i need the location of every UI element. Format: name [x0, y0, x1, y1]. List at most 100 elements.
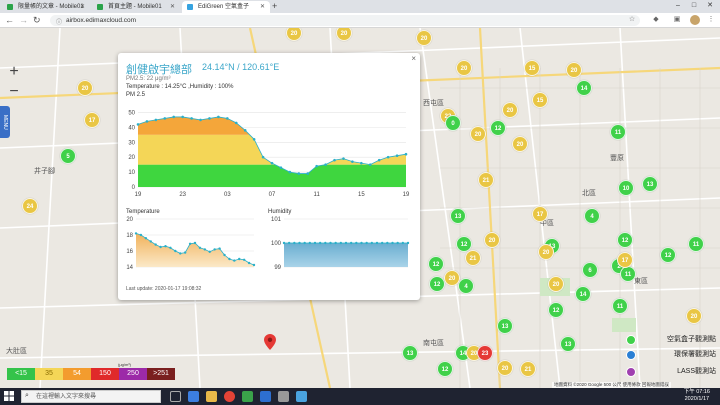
humidity-area [284, 243, 408, 267]
close-tab-icon[interactable]: ✕ [260, 1, 265, 13]
new-tab-button[interactable]: + [272, 0, 277, 12]
airbox-marker[interactable]: 20 [497, 360, 513, 376]
zoom-controls: + − [4, 62, 24, 102]
airbox-marker[interactable]: 21 [465, 250, 481, 266]
y-tick-label: 101 [271, 217, 282, 223]
airbox-marker[interactable]: 12 [617, 232, 633, 248]
edge-icon[interactable] [188, 391, 199, 402]
legend-item: 54 [63, 368, 91, 380]
airbox-marker[interactable]: 4 [584, 208, 600, 224]
forward-arrow-icon[interactable]: → [19, 14, 28, 27]
airbox-marker[interactable]: 0 [445, 115, 461, 131]
airbox-marker[interactable]: 20 [548, 276, 564, 292]
x-tick-label: 19 [403, 192, 410, 198]
airbox-marker[interactable]: 12 [428, 256, 444, 272]
airbox-marker[interactable]: 13 [450, 208, 466, 224]
humidity-point [365, 241, 368, 245]
url-field[interactable]: ⓘ airbox.edimaxcloud.com [50, 15, 640, 26]
star-icon[interactable]: ☆ [627, 15, 637, 25]
airbox-marker[interactable]: 11 [610, 124, 626, 140]
app-icon[interactable] [278, 391, 289, 402]
airbox-marker[interactable]: 11 [620, 266, 636, 282]
airbox-marker[interactable]: 12 [429, 276, 445, 292]
epa-layer-toggle[interactable]: 環保署觀測站 [622, 348, 718, 362]
close-tab-icon[interactable]: ✕ [80, 1, 85, 13]
airbox-marker[interactable]: 12 [437, 361, 453, 377]
airbox-marker[interactable]: 20 [77, 80, 93, 96]
airbox-marker[interactable]: 12 [660, 247, 676, 263]
excel-icon[interactable] [242, 391, 253, 402]
zoom-out-button[interactable]: − [4, 82, 24, 102]
airbox-marker[interactable]: 21 [520, 361, 536, 377]
airbox-marker[interactable]: 15 [524, 60, 540, 76]
file-explorer-icon[interactable] [206, 391, 217, 402]
reload-icon[interactable]: ↻ [33, 14, 41, 27]
zoom-in-button[interactable]: + [4, 62, 24, 82]
airbox-marker[interactable]: 12 [548, 302, 564, 318]
humidity-point [344, 241, 348, 245]
airbox-marker[interactable]: 11 [688, 236, 704, 252]
chrome-icon[interactable] [224, 391, 235, 402]
airbox-marker[interactable]: 20 [538, 244, 554, 260]
browser-tab-1[interactable]: 限量帳的文章 - Mobile01 ✕ [2, 1, 90, 13]
location-pin-icon[interactable] [264, 334, 276, 350]
extension-icon[interactable]: ◆ [651, 15, 661, 25]
temperature-point [169, 246, 172, 249]
airbox-marker[interactable]: 24 [22, 198, 38, 214]
humidity-point [360, 241, 363, 245]
airbox-marker[interactable]: 4 [458, 278, 474, 294]
x-tick-label: 23 [179, 192, 186, 198]
airbox-marker[interactable]: 20 [456, 60, 472, 76]
browser-tab-3[interactable]: EdiGreen 空氣盒子 ✕ [182, 1, 270, 13]
task-view-icon[interactable] [170, 391, 181, 402]
airbox-marker[interactable]: 17 [617, 252, 633, 268]
airbox-marker[interactable]: 6 [582, 262, 598, 278]
more-menu-icon[interactable]: ⋮ [706, 15, 716, 25]
taskbar-search-input[interactable]: ⌕ 在這裡輸入文字來搜尋 [21, 390, 161, 403]
airbox-marker[interactable]: 14 [576, 80, 592, 96]
airbox-marker[interactable]: 13 [642, 176, 658, 192]
airbox-marker[interactable]: 20 [502, 102, 518, 118]
airbox-marker[interactable]: 17 [84, 112, 100, 128]
minimize-icon[interactable]: – [670, 0, 686, 12]
close-icon[interactable]: × [411, 54, 416, 63]
airbox-marker[interactable]: 14 [575, 286, 591, 302]
close-tab-icon[interactable]: ✕ [170, 1, 175, 13]
airbox-marker[interactable]: 10 [618, 180, 634, 196]
close-window-icon[interactable]: ✕ [702, 0, 718, 12]
airbox-marker[interactable]: 23 [477, 345, 493, 361]
airbox-marker[interactable]: 15 [532, 92, 548, 108]
menu-button[interactable]: MENU [0, 106, 10, 138]
airbox-marker[interactable]: 20 [512, 136, 528, 152]
airbox-marker[interactable]: 13 [497, 318, 513, 334]
taskbar-clock[interactable]: 下午 07:16 2020/1/17 [684, 389, 710, 403]
pm-point [243, 129, 247, 132]
airbox-marker[interactable]: 13 [402, 345, 418, 361]
pm-point [163, 117, 167, 120]
humidity-point [303, 241, 306, 245]
airbox-marker[interactable]: 11 [612, 298, 628, 314]
word-icon[interactable] [260, 391, 271, 402]
airbox-marker[interactable]: 5 [60, 148, 76, 164]
airbox-marker[interactable]: 20 [416, 30, 432, 46]
airbox-marker[interactable]: 20 [484, 232, 500, 248]
airbox-marker[interactable]: 20 [566, 62, 582, 78]
airbox-marker[interactable]: 21 [478, 172, 494, 188]
airbox-marker[interactable]: 20 [444, 270, 460, 286]
temperature-point [193, 241, 197, 245]
lass-layer-toggle[interactable]: LASS觀測站 [622, 365, 718, 379]
airbox-marker[interactable]: 13 [560, 336, 576, 352]
windows-start-icon[interactable] [4, 391, 14, 401]
info-icon[interactable]: ⓘ [56, 17, 62, 26]
airbox-marker[interactable]: 20 [470, 126, 486, 142]
airbox-marker[interactable]: 12 [490, 120, 506, 136]
browser-tab-2[interactable]: 首頁主題 - Mobile01 ✕ [92, 1, 180, 13]
airbox-layer-toggle[interactable]: 空氣盒子觀測點 [622, 333, 718, 347]
avatar[interactable] [690, 15, 700, 25]
maximize-icon[interactable]: □ [686, 0, 702, 12]
airbox-marker[interactable]: 20 [686, 308, 702, 324]
photos-icon[interactable] [296, 391, 307, 402]
back-arrow-icon[interactable]: ← [5, 14, 14, 27]
airbox-marker[interactable]: 17 [532, 206, 548, 222]
bookmark-icon[interactable]: ▣ [672, 15, 682, 25]
